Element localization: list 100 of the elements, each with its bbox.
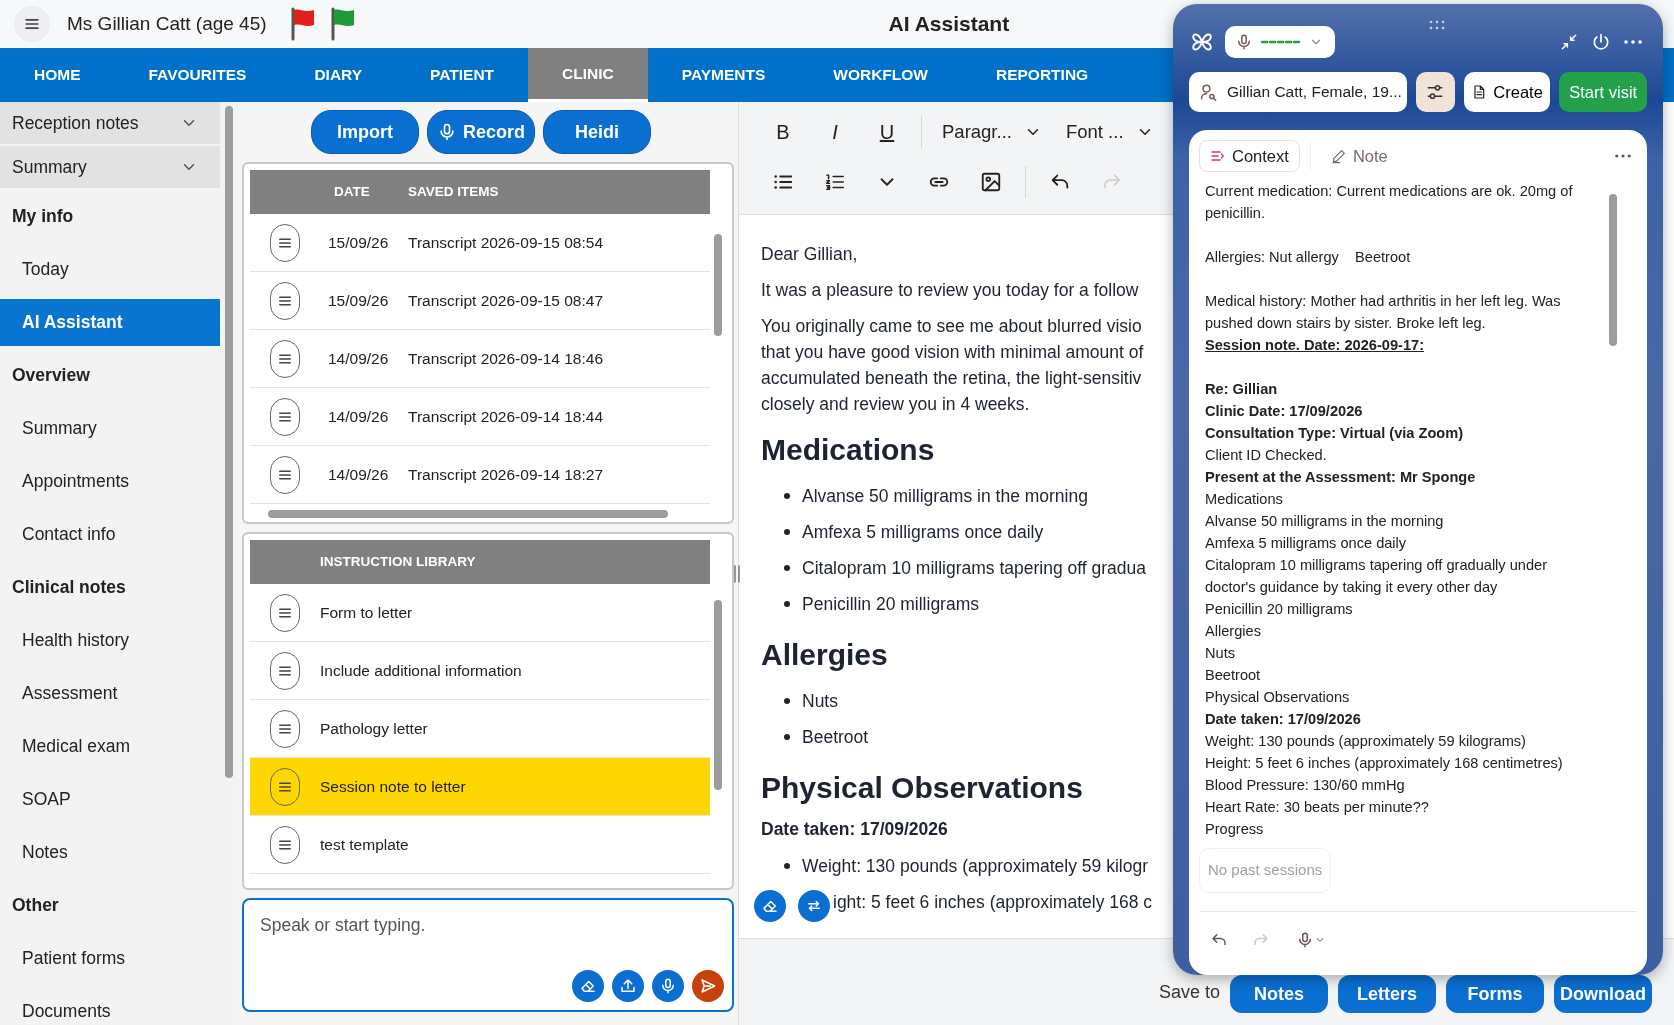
column-header: SAVED ITEMS [408,182,499,201]
save-button[interactable]: Download [1554,975,1652,1013]
table-cell-text: 14/09/26 [327,464,390,485]
sidebar-item[interactable]: Health history [0,614,220,667]
nav-tab[interactable]: PAYMENTS [647,48,800,102]
patient-field[interactable]: Gillian Catt, Female, 19... [1189,72,1407,112]
numbered-list-icon [824,171,846,193]
library-row[interactable]: Include additional information [250,642,710,700]
context-line: Heart Rate: 30 beats per minute?? [1205,798,1430,817]
sidebar-item[interactable]: Summary [0,402,220,455]
sidebar-item[interactable]: AI Assistant [0,299,220,346]
context-line: Allergies [1205,622,1262,641]
sidebar-item[interactable]: Appointments [0,455,220,508]
format-button[interactable]: B [757,112,809,152]
clear-button[interactable] [754,890,786,922]
minimize-icon [1559,32,1579,52]
sidebar-group-label: Summary [12,155,87,179]
more-icon [1624,40,1642,44]
library-row[interactable]: Form to letter [250,584,710,642]
nav-tab[interactable]: FAVOURITES [114,48,281,102]
save-button[interactable]: Letters [1338,975,1436,1013]
table-cell-text: 15/09/26 [327,290,390,311]
sidebar-item[interactable]: SOAP [0,773,220,826]
sidebar-item[interactable]: Documents [0,985,220,1025]
list-item: Beetroot [802,725,869,749]
context-line: Beetroot [1205,666,1262,685]
format-dropdown[interactable]: Font ... [1053,112,1166,152]
page-title: AI Assistant [888,11,1010,38]
list-item: Nuts [802,689,838,713]
scrollbar[interactable] [714,234,722,336]
list-item: Citalopram 10 milligrams tapering off gradua [802,556,1146,580]
sidebar-group[interactable]: Reception notes [0,102,220,144]
context-line: Weight: 130 pounds (approximately 59 kilograms) [1205,732,1527,751]
filter-button[interactable] [1416,72,1455,112]
save-button[interactable]: Notes [1230,975,1328,1013]
sidebar-item[interactable]: Today [0,243,220,296]
upload-icon [619,977,637,995]
resize-handle-icon [733,565,741,583]
sidebar-item[interactable]: Medical exam [0,720,220,773]
context-line: Blood Pressure: 130/60 mmHg [1205,776,1406,795]
library-row[interactable]: Session note to letter [250,758,710,816]
context-icon [1210,148,1226,164]
action-button[interactable]: Record [427,110,535,154]
past-sessions-label: No past sessions [1199,848,1332,893]
format-button[interactable]: U [861,112,913,152]
format-button[interactable]: I [809,112,861,152]
save-label: Save to [1158,981,1220,1004]
sidebar-item[interactable]: Assessment [0,667,220,720]
panel-tab[interactable]: Note [1320,140,1398,172]
action-button[interactable]: Import [311,110,419,154]
more-icon [1615,154,1631,158]
drag-handle-icon [1429,20,1445,30]
nav-tab[interactable]: CLINIC [528,48,648,102]
mic-icon [1235,33,1253,51]
context-line: Medical history: Mother had arthritis in her left leg. Was pushed down stairs by sister. Broke left leg. [1205,292,1562,333]
menu-button[interactable] [14,6,50,42]
nav-tab[interactable]: REPORTING [962,48,1123,102]
sidebar-item[interactable]: Notes [0,826,220,879]
table-cell-text: 14/09/26 [327,406,390,427]
nav-tab[interactable]: WORKFLOW [799,48,962,102]
power-icon [1591,32,1611,52]
sidebar-heading: Overview [11,364,91,388]
context-line: Height: 5 feet 6 inches (approximately 168 centimetres) [1205,754,1564,773]
create-button[interactable]: Create [1463,72,1551,112]
table-cell-text: Transcript 2026-09-15 08:54 [408,232,603,253]
table-cell-text: Transcript 2026-09-14 18:44 [408,406,603,427]
scrollbar[interactable] [714,600,722,790]
action-button[interactable]: Heidi [543,110,651,154]
save-button[interactable]: Forms [1446,975,1544,1013]
nav-tab[interactable]: DIARY [280,48,397,102]
patient-name: Ms Gillian Catt (age 45) [67,11,267,36]
context-line: Client ID Checked. [1205,446,1328,465]
column-header: DATE [333,182,371,201]
row-label: test template [320,834,409,855]
pencil-icon [1330,148,1347,164]
context-line: Date taken: 17/09/2026 [1205,710,1362,729]
mic-icon [1296,930,1314,949]
panel-tab[interactable]: Context [1199,140,1300,172]
sidebar-item[interactable]: Contact info [0,508,220,561]
table-cell-text: 14/09/26 [327,348,390,369]
row-label: Session note to letter [320,776,466,797]
sidebar-group[interactable]: Summary [0,146,220,188]
scrollbar[interactable] [1609,194,1617,346]
library-row[interactable]: test template [250,816,710,874]
context-line: Clinic Date: 17/09/2026 [1205,402,1364,421]
mic-icon [437,122,457,142]
scrollbar[interactable] [225,106,233,778]
sidebar-heading: Other [11,894,60,918]
scrollbar[interactable] [268,510,668,518]
sidebar-item[interactable]: Patient forms [0,932,220,985]
message-field[interactable]: Speak or start typing. [242,898,734,1012]
nav-tab[interactable]: HOME [0,48,115,102]
nav-tab[interactable]: PATIENT [396,48,529,102]
format-dropdown[interactable]: Paragr... [930,112,1054,152]
list-item: Penicillin 20 milligrams [802,592,979,616]
letter-line: Date taken: 17/09/2026 [761,818,949,841]
row-label: Form to letter [320,602,413,623]
microphone-select[interactable] [1225,26,1335,58]
swap-button[interactable] [798,890,830,922]
context-line: Consultation Type: Virtual (via Zoom) [1205,424,1465,443]
